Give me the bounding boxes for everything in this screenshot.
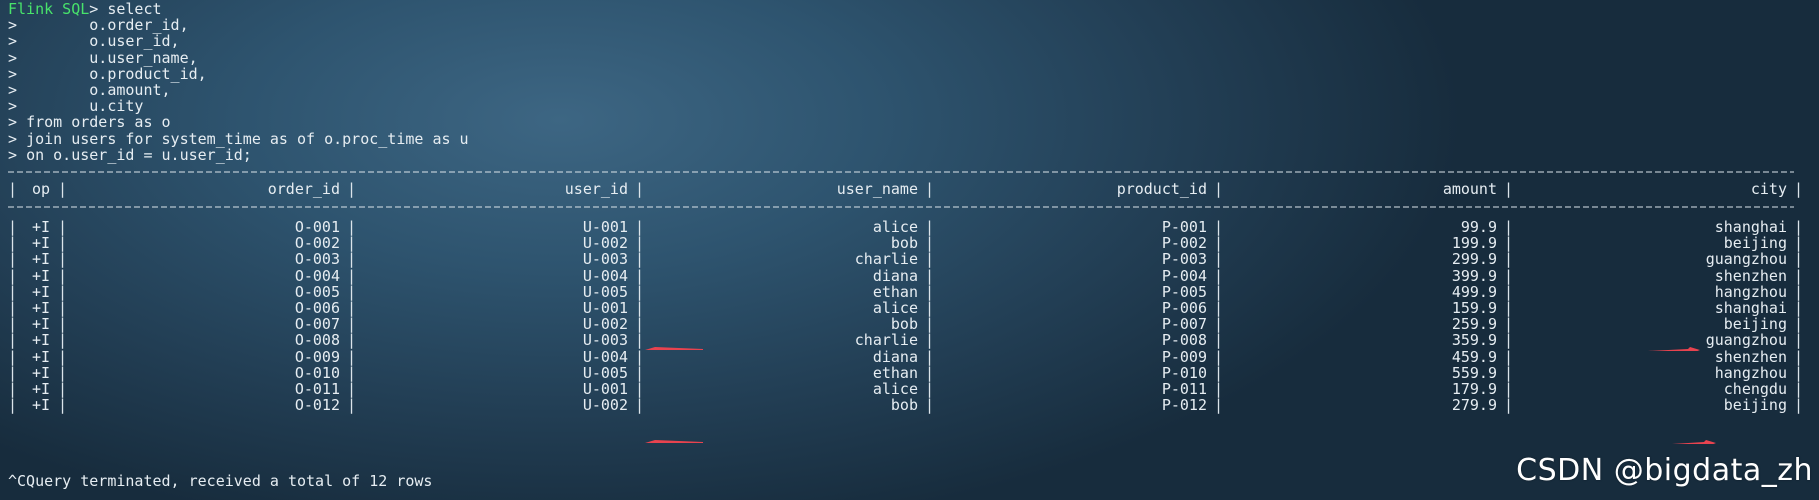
- result-table: | | | | | | | | op order_id user_id user_name produc…: [8, 162, 1808, 467]
- annotation-arrow: [1648, 347, 1700, 351]
- terminal-output[interactable]: Flink SQL> select > o.order_id, > o.user…: [8, 0, 1813, 500]
- table-border-header: [8, 206, 1794, 208]
- cell-user-id: U-002: [582, 396, 628, 415]
- cell-op: +I: [31, 396, 50, 415]
- cell-city: beijing: [1723, 396, 1787, 415]
- status-line: ^CQuery terminated, received a total of …: [8, 472, 433, 490]
- cell-order-id: O-012: [294, 396, 340, 415]
- table-row: | | | | | | | | +I O-012 U-002 bob P-012 279.9 beijing: [8, 396, 1803, 415]
- cell-user-name: bob: [890, 396, 918, 415]
- annotation-arrow: [645, 347, 703, 350]
- cell-amount: 279.9: [1451, 396, 1497, 415]
- column-divider: |: [8, 396, 18, 415]
- annotation-arrow: [1672, 440, 1716, 444]
- annotation-arrow: [645, 440, 703, 443]
- table-border-top: [8, 171, 1794, 173]
- terminal-window[interactable]: { "terminal": { "prompt": "Flink SQL", "…: [0, 0, 1819, 500]
- watermark: CSDN @bigdata_zh: [1516, 453, 1813, 488]
- cell-product-id: P-012: [1161, 396, 1207, 415]
- column-divider: |: [1794, 396, 1804, 415]
